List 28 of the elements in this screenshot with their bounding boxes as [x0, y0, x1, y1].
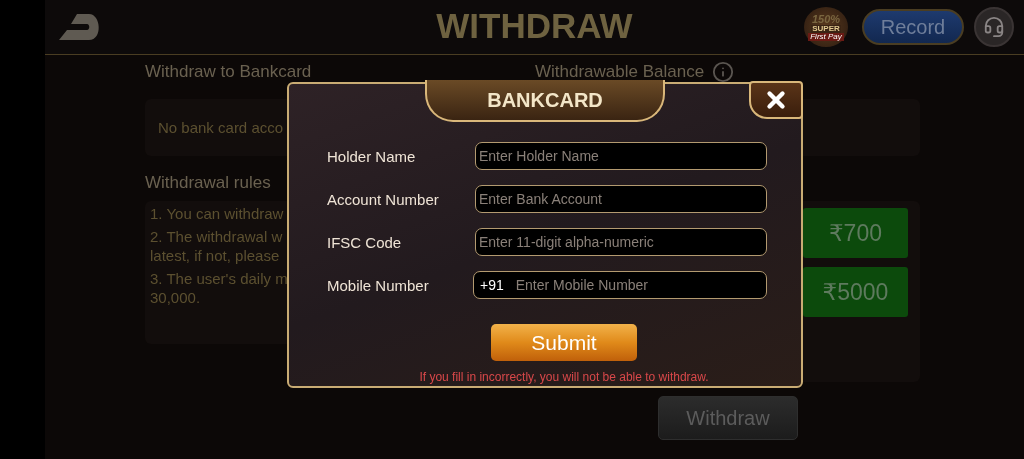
- input-field[interactable]: Enter Mobile Number: [515, 277, 766, 293]
- promo-badge[interactable]: 150% SUPER First Pay: [804, 7, 848, 47]
- balance-label: Withdrawable Balance: [535, 62, 705, 82]
- close-button[interactable]: [749, 81, 803, 119]
- field-label: Mobile Number: [327, 276, 430, 294]
- record-button[interactable]: Record: [862, 9, 964, 45]
- input-field[interactable]: Enter 11-digit alpha-numeric: [475, 228, 767, 256]
- field-label: IFSC Code: [327, 233, 403, 251]
- field-label: Holder Name: [327, 147, 417, 165]
- amount-button[interactable]: ₹700: [803, 208, 908, 258]
- warning-text: If you fill in incorrectly, you will not be able to withdraw.: [419, 370, 709, 384]
- country-code: +91: [480, 277, 504, 293]
- submit-button[interactable]: Submit: [491, 324, 637, 361]
- input-field[interactable]: Enter Bank Account: [475, 185, 767, 213]
- input-field[interactable]: Enter Holder Name: [475, 142, 767, 170]
- rule-text: 3. The user's daily m 30,000.: [150, 269, 288, 307]
- section-label: Withdraw to Bankcard: [145, 62, 313, 82]
- rule-text: 1. You can withdraw: [150, 204, 284, 223]
- info-icon[interactable]: [712, 61, 735, 83]
- rules-title: Withdrawal rules: [145, 173, 272, 193]
- rule-text: 2. The withdrawal w latest, if not, please: [150, 227, 283, 265]
- dialog-title: BANKCARD: [425, 80, 665, 122]
- support-icon[interactable]: [974, 7, 1014, 47]
- amount-button[interactable]: ₹5000: [803, 267, 908, 317]
- page-title: WITHDRAW: [436, 6, 633, 45]
- empty-message: No bank card acco: [158, 119, 284, 136]
- phone-field[interactable]: +91 Enter Mobile Number: [473, 271, 767, 299]
- field-label: Account Number: [327, 190, 440, 208]
